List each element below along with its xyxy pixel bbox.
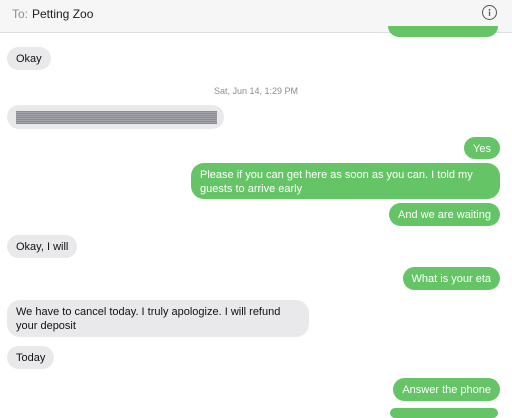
message-bubble-outgoing[interactable]: And we are waiting <box>389 203 500 226</box>
redacted-content <box>16 111 217 124</box>
message-bubble-incoming[interactable]: We have to cancel today. I truly apologi… <box>7 300 309 337</box>
recipient-name[interactable]: Petting Zoo <box>32 7 93 21</box>
to-label: To: <box>12 7 29 21</box>
message-bubble-outgoing[interactable]: Please if you can get here as soon as yo… <box>191 163 500 199</box>
message-bubble-outgoing[interactable]: Yes <box>464 137 500 159</box>
partial-outgoing-bubble <box>388 26 498 37</box>
message-text: What is your eta <box>411 273 491 285</box>
timestamp: Sat, Jun 14, 1:29 PM <box>213 86 299 96</box>
message-bubble-outgoing[interactable]: Answer the phone <box>393 378 500 401</box>
message-bubble-incoming[interactable]: Today <box>7 346 55 369</box>
message-bubble-incoming[interactable]: Okay <box>7 47 51 70</box>
message-text: And we are waiting <box>398 209 491 221</box>
info-circle-icon[interactable] <box>482 5 497 20</box>
message-text: Answer the phone <box>402 384 491 396</box>
message-text: We have to cancel today. I truly apologi… <box>16 306 281 332</box>
message-text: Yes <box>473 143 491 155</box>
message-text: Okay <box>16 53 42 65</box>
message-text: Okay, I will <box>16 241 69 253</box>
message-text: Please if you can get here as soon as yo… <box>200 169 473 195</box>
message-bubble-incoming[interactable]: Okay, I will <box>7 235 78 258</box>
partial-outgoing-bubble <box>390 408 498 418</box>
message-bubble-outgoing[interactable]: What is your eta <box>402 267 500 290</box>
message-text: Today <box>16 352 46 364</box>
